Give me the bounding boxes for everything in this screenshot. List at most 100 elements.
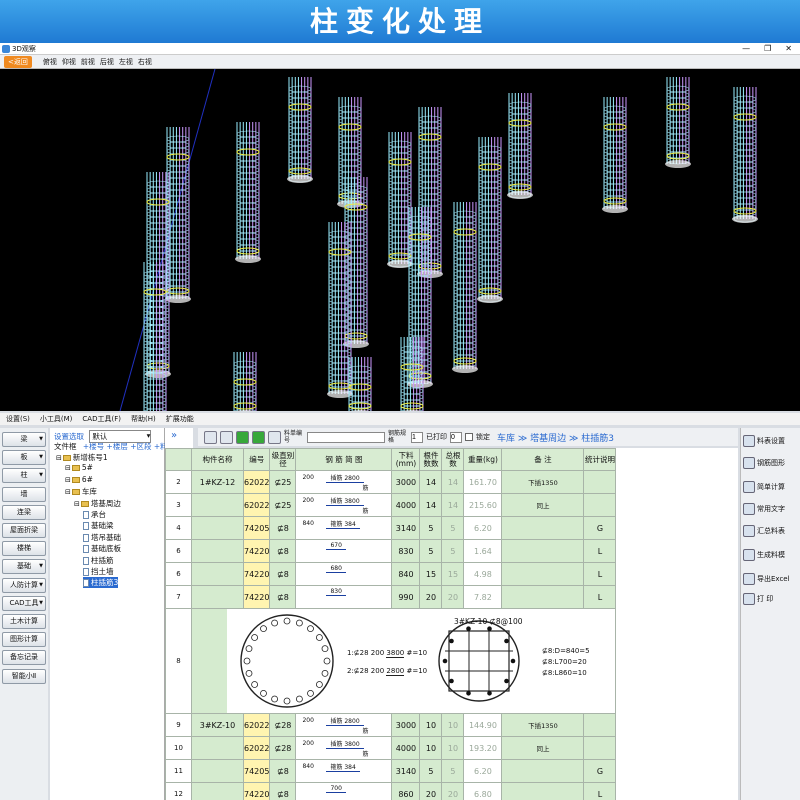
redo-icon[interactable] [252, 430, 265, 444]
bar-count[interactable]: 5 [419, 539, 443, 563]
tree-item[interactable]: 基础梁 [83, 520, 114, 531]
sidebar-button-2[interactable]: 柱 ▼ [2, 468, 46, 484]
expand-icon[interactable]: ⊟ [65, 488, 71, 496]
bar-spec[interactable]: ⊈8 [269, 782, 297, 800]
sidebar-button-13[interactable]: 智能小Ⅱ [2, 668, 46, 684]
bar-count[interactable]: 20 [419, 782, 443, 800]
printed-input[interactable] [450, 431, 462, 443]
stat-code[interactable]: G [583, 759, 617, 783]
table-row[interactable]: 10 62022 ⊈28 200 插筋 3800 筋 4000 10 10 193.20 同上 [165, 736, 617, 760]
member-name[interactable] [191, 782, 244, 800]
minimize-icon[interactable]: — [742, 43, 750, 55]
bar-count[interactable]: 5 [419, 516, 443, 540]
table-row[interactable]: 12 74220 ⊈8 700 860 20 20 6.80 L [165, 782, 617, 800]
member-name[interactable] [191, 562, 244, 586]
action-settings-button[interactable]: 料表设置 [743, 432, 800, 450]
3d-viewport[interactable] [0, 69, 800, 411]
save-as-icon[interactable] [220, 430, 233, 444]
filter-options[interactable]: +楼号 +楼层 +区段 +料表 [83, 442, 175, 451]
note-icon[interactable] [268, 430, 281, 444]
table-row[interactable]: 9 3#KZ-10 62022 ⊈28 200 插筋 2800 筋 3000 10 10 144.9… [165, 713, 617, 737]
tree-item[interactable]: ⊟ 塔基周边 [74, 498, 121, 509]
bar-spec[interactable]: ⊈28 [269, 736, 297, 760]
menu-item-2[interactable]: CAD工具(F) [82, 413, 121, 425]
stat-code[interactable]: L [583, 562, 617, 586]
note[interactable] [501, 539, 585, 563]
member-name[interactable]: 3#KZ-10 [191, 713, 244, 737]
check-icon[interactable] [236, 430, 249, 444]
stat-code[interactable] [583, 493, 617, 517]
back-button[interactable]: <返回 [4, 55, 32, 68]
note[interactable]: 同上 [501, 493, 585, 517]
tree-item[interactable]: 基础底板 [83, 543, 121, 554]
menu-item-3[interactable]: 帮助(H) [131, 413, 156, 425]
menu-item-1[interactable]: 小工具(M) [40, 413, 73, 425]
table-row[interactable]: 3 62022 ⊈25 200 插筋 3800 筋 4000 14 14 215.60 同上 [165, 493, 617, 517]
stat-code[interactable] [583, 736, 617, 760]
bar-spec[interactable]: ⊈25 [269, 493, 297, 517]
sidebar-button-5[interactable]: 屋面折梁 [2, 523, 46, 538]
member-name[interactable] [191, 736, 244, 760]
table-row[interactable]: 6 74220 ⊈8 670 830 5 5 1.64 L [165, 539, 617, 563]
tree-item[interactable]: ⊟ 5# [65, 463, 93, 472]
bar-count[interactable]: 10 [419, 736, 443, 760]
member-name[interactable] [191, 516, 244, 540]
cut-length[interactable]: 3140 [391, 759, 421, 783]
action-shape-button[interactable]: 钢筋图形 [743, 454, 800, 472]
bar-count[interactable]: 15 [419, 562, 443, 586]
expand-icon[interactable]: ⊟ [65, 476, 71, 484]
view-back-button[interactable]: 后视 [100, 57, 114, 67]
cut-length[interactable]: 3000 [391, 713, 421, 737]
cut-length[interactable]: 3140 [391, 516, 421, 540]
shape-code[interactable]: 62022 [242, 470, 271, 494]
bar-count[interactable]: 20 [419, 585, 443, 609]
sidebar-button-8[interactable]: 人防计算 ▼ [2, 577, 46, 593]
shape-code[interactable]: 74220 [242, 539, 271, 563]
menu-item-4[interactable]: 扩展功能 [166, 413, 194, 425]
note[interactable]: 下插1350 [501, 470, 585, 494]
bar-count[interactable]: 10 [419, 713, 443, 737]
note[interactable] [501, 585, 585, 609]
shape-code[interactable]: 74205 [242, 516, 271, 540]
sidebar-button-3[interactable]: 墙 [2, 486, 46, 502]
note[interactable]: 同上 [501, 736, 585, 760]
cut-length[interactable]: 840 [391, 562, 421, 586]
expand-icon[interactable]: ⊟ [56, 454, 62, 462]
note[interactable] [501, 516, 585, 540]
shape-code[interactable]: 74220 [242, 562, 271, 586]
bar-spec[interactable]: ⊈8 [269, 539, 297, 563]
action-print-button[interactable]: 打 印 [743, 590, 800, 608]
bar-count[interactable]: 14 [419, 470, 443, 494]
shape-code[interactable]: 74220 [242, 585, 271, 609]
table-row[interactable]: 11 74205 ⊈8 840 箍筋 384 3140 5 5 6.20 G [165, 759, 617, 783]
bar-spec[interactable]: ⊈8 [269, 759, 297, 783]
table-row[interactable]: 7 74220 ⊈8 830 990 20 20 7.82 L [165, 585, 617, 609]
sidebar-button-4[interactable]: 连梁 [2, 504, 46, 520]
view-bottom-button[interactable]: 仰视 [62, 57, 76, 67]
sidebar-button-7[interactable]: 基础 ▼ [2, 559, 46, 575]
shape-code[interactable]: 62022 [242, 493, 271, 517]
stat-code[interactable]: L [583, 782, 617, 800]
bar-spec[interactable]: ⊈8 [269, 585, 297, 609]
list-number-input[interactable] [307, 431, 385, 443]
stat-code[interactable] [583, 713, 617, 737]
note[interactable] [501, 782, 585, 800]
member-name[interactable] [191, 539, 244, 563]
cut-length[interactable]: 830 [391, 539, 421, 563]
shape-code[interactable]: 74220 [242, 782, 271, 800]
spec-input[interactable] [411, 431, 423, 443]
cut-length[interactable]: 3000 [391, 470, 421, 494]
note[interactable]: 下插1350 [501, 713, 585, 737]
shape-code[interactable]: 62022 [242, 736, 271, 760]
sidebar-button-0[interactable]: 梁 ▼ [2, 432, 46, 447]
shape-code[interactable]: 74205 [242, 759, 271, 783]
action-excel-button[interactable]: 导出Excel [743, 570, 800, 588]
action-text-button[interactable]: 常用文字 [743, 500, 800, 518]
tree-item[interactable]: ⊟ 车库 [65, 486, 97, 497]
cut-length[interactable]: 860 [391, 782, 421, 800]
member-name[interactable] [191, 759, 244, 783]
stat-code[interactable] [583, 470, 617, 494]
bar-spec[interactable]: ⊈28 [269, 713, 297, 737]
stat-code[interactable]: G [583, 516, 617, 540]
view-right-button[interactable]: 右视 [138, 57, 152, 67]
